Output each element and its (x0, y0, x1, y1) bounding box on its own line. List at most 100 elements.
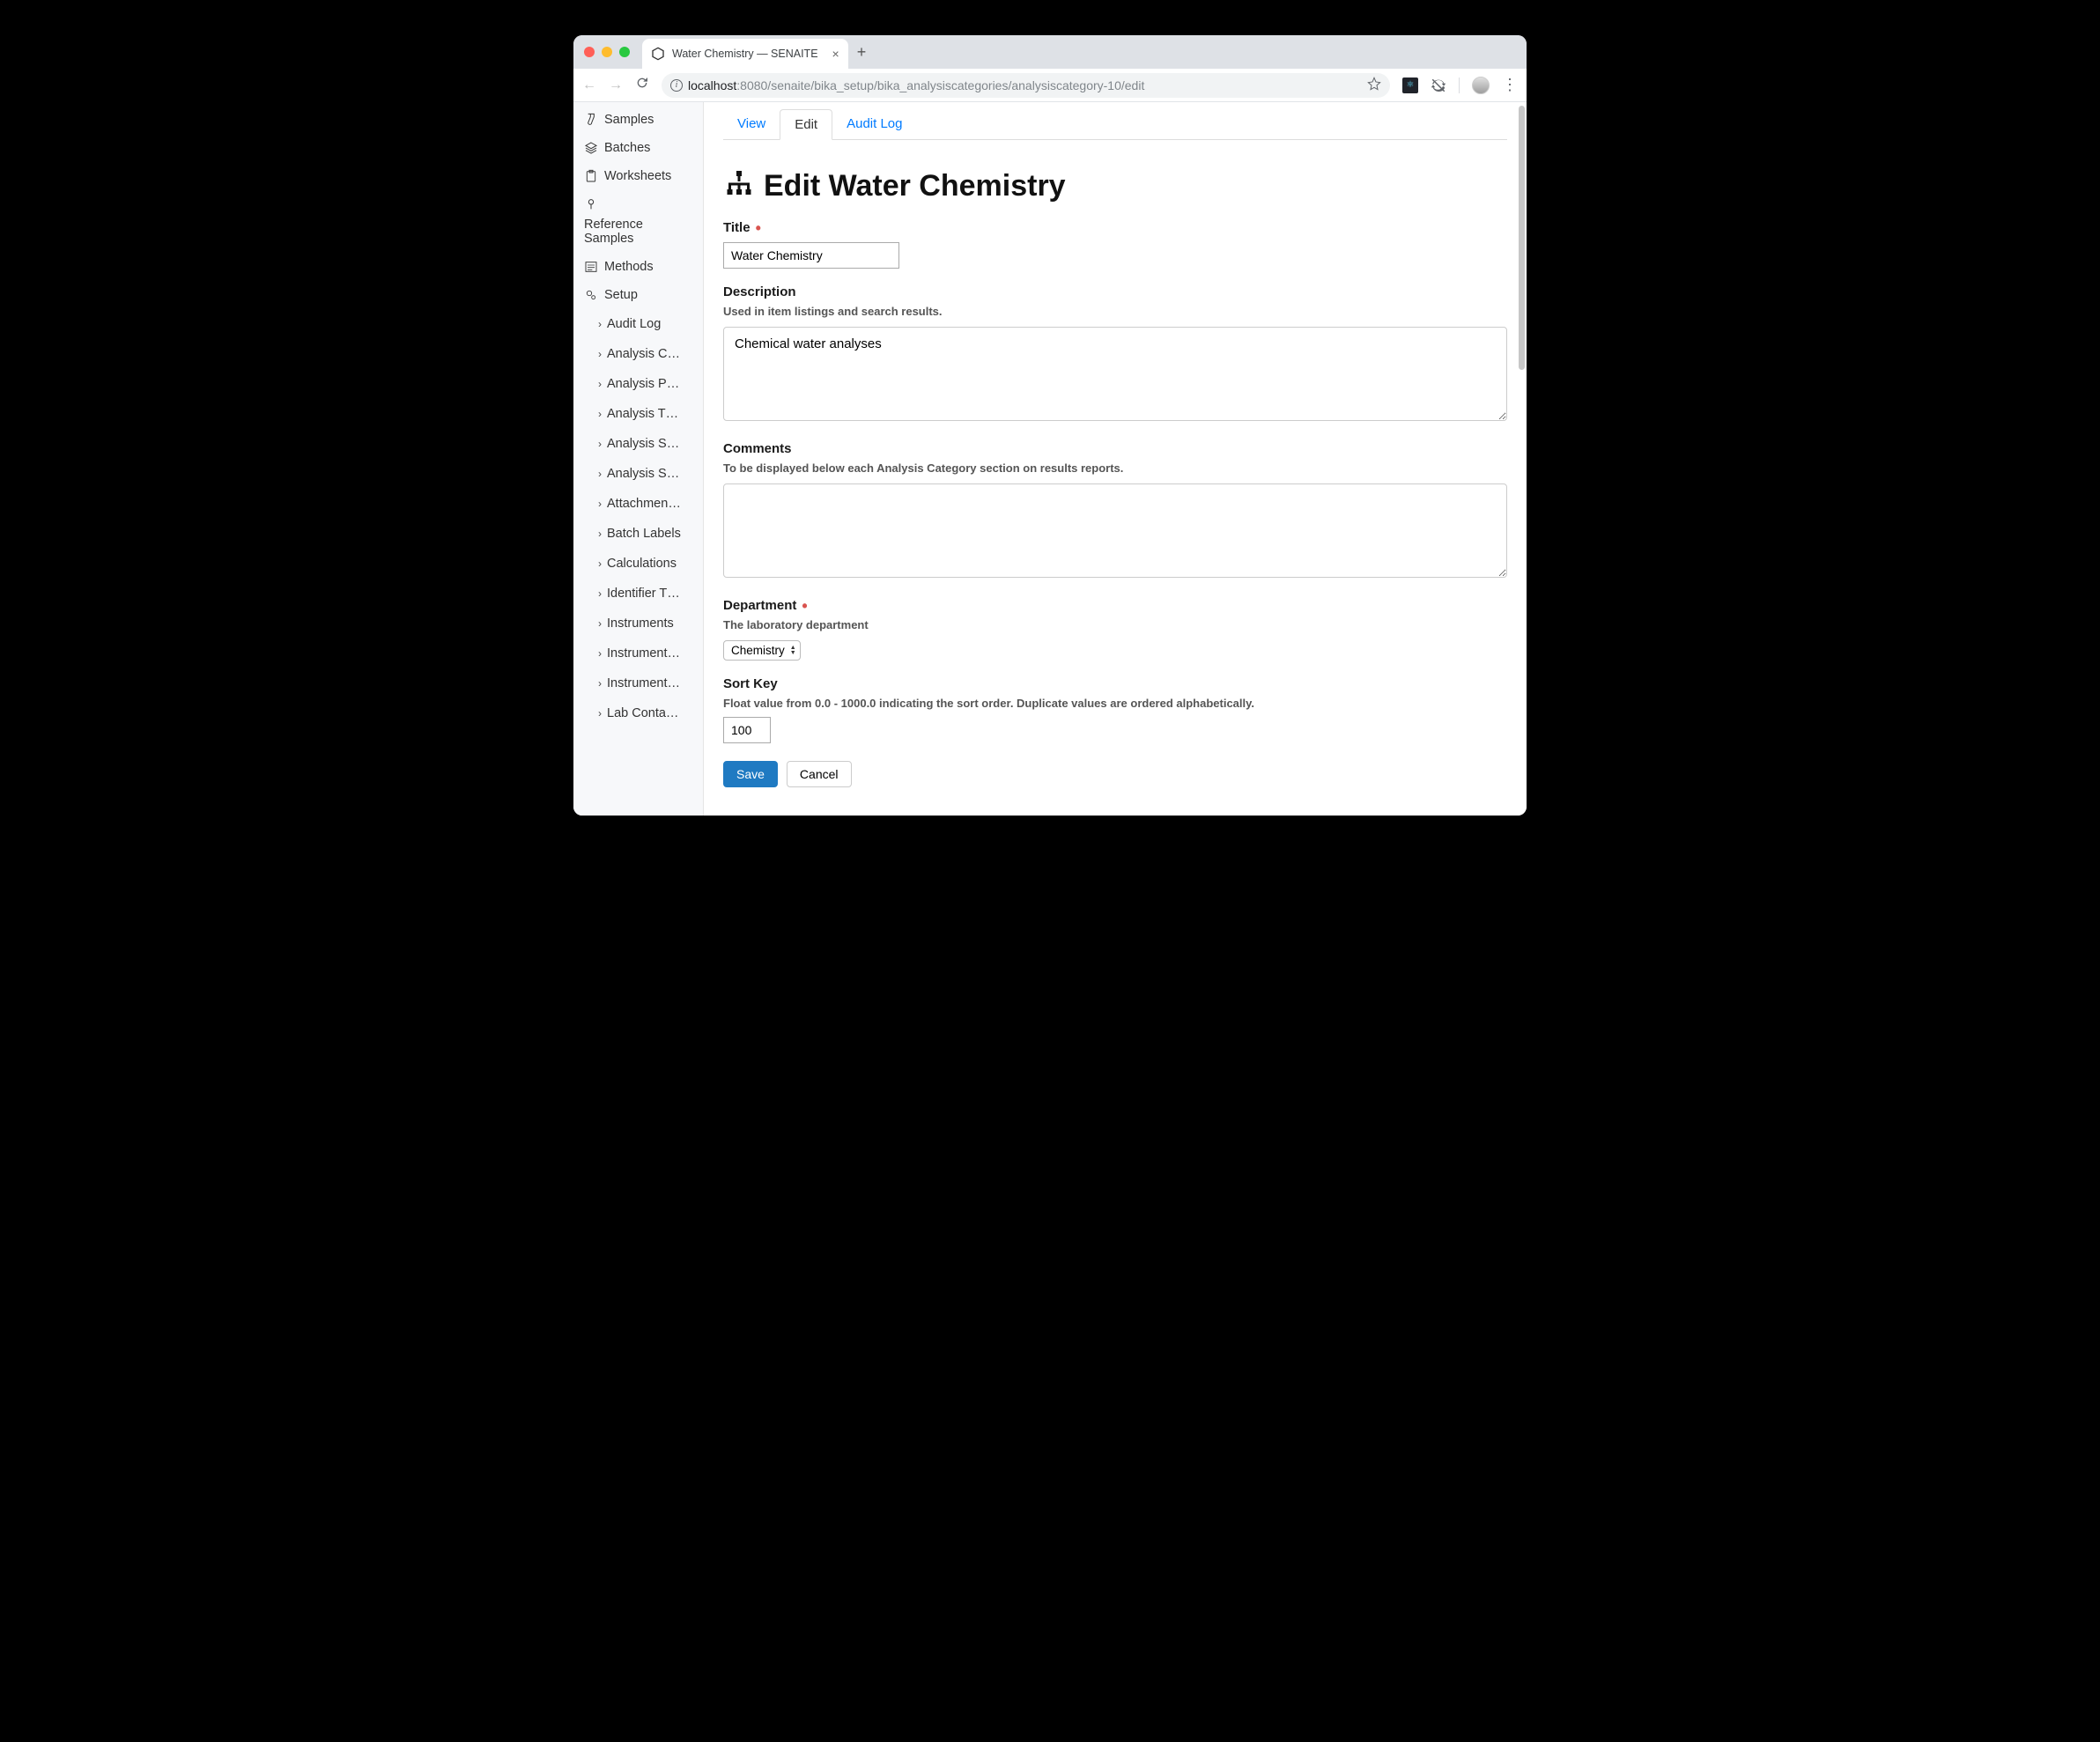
chevron-right-icon: › (598, 438, 602, 450)
field-department: Department • The laboratory department C… (723, 598, 1507, 661)
label-department: Department (723, 598, 796, 613)
sidebar-sub-analysis-s2[interactable]: ›Analysis S… (573, 459, 703, 489)
department-select[interactable]: Chemistry ▲▼ (723, 640, 801, 661)
site-info-icon[interactable]: i (670, 79, 683, 92)
browser-tab-bar: Water Chemistry — SENAITE × + (573, 35, 1527, 69)
chevron-right-icon: › (598, 707, 602, 720)
label-comments: Comments (723, 441, 792, 456)
help-description: Used in item listings and search results… (723, 305, 1507, 318)
required-indicator: • (756, 225, 761, 232)
sidebar-sub-analysis-p[interactable]: ›Analysis P… (573, 369, 703, 399)
chevron-right-icon: › (598, 498, 602, 510)
chevron-right-icon: › (598, 468, 602, 480)
sidebar-sub-analysis-s1[interactable]: ›Analysis S… (573, 429, 703, 459)
bookmark-star-icon[interactable] (1367, 77, 1381, 93)
field-sort-key: Sort Key Float value from 0.0 - 1000.0 i… (723, 676, 1507, 743)
sidebar-sub-instrument-b[interactable]: ›Instrument… (573, 668, 703, 698)
sidebar-label: Worksheets (604, 169, 671, 183)
react-devtools-icon[interactable]: ⚛ (1402, 78, 1418, 93)
samples-icon (584, 113, 598, 127)
sidebar-sub-analysis-c[interactable]: ›Analysis C… (573, 339, 703, 369)
help-comments: To be displayed below each Analysis Cate… (723, 461, 1507, 475)
clipboard-icon (584, 169, 598, 183)
help-sort-key: Float value from 0.0 - 1000.0 indicating… (723, 697, 1507, 710)
tab-edit[interactable]: Edit (780, 109, 832, 140)
save-button[interactable]: Save (723, 761, 778, 787)
sort-key-input[interactable] (723, 717, 771, 743)
sidebar-label: Batches (604, 141, 650, 155)
forward-button: → (609, 78, 623, 93)
field-title: Title • (723, 220, 1507, 269)
page-title-row: Edit Water Chemistry (723, 168, 1507, 204)
tab-title: Water Chemistry — SENAITE (672, 48, 818, 60)
browser-menu-icon[interactable]: ⋮ (1502, 83, 1518, 87)
layers-icon (584, 141, 598, 155)
new-tab-button[interactable]: + (857, 43, 867, 62)
main-content: View Edit Audit Log Edit Water Chemistry… (704, 102, 1527, 816)
sidebar-sub-calculations[interactable]: ›Calculations (573, 549, 703, 579)
required-indicator: • (802, 602, 807, 609)
profile-avatar[interactable] (1472, 77, 1490, 94)
close-window[interactable] (584, 47, 595, 57)
sync-off-icon[interactable] (1431, 78, 1446, 93)
field-comments: Comments To be displayed below each Anal… (723, 441, 1507, 582)
omnibox[interactable]: i localhost:8080/senaite/bika_setup/bika… (662, 73, 1390, 98)
sitemap-icon (723, 168, 755, 204)
scrollbar[interactable] (1519, 106, 1525, 370)
sidebar-sub-lab-contacts[interactable]: ›Lab Conta… (573, 698, 703, 728)
sidebar-sub-audit-log[interactable]: ›Audit Log (573, 309, 703, 339)
label-title: Title (723, 220, 751, 235)
list-icon (584, 260, 598, 274)
sidebar-sub-identifier-t[interactable]: ›Identifier T… (573, 579, 703, 609)
sidebar-sub-instruments[interactable]: ›Instruments (573, 609, 703, 638)
sidebar-item-samples[interactable]: Samples (573, 106, 703, 134)
sidebar-item-setup[interactable]: Setup (573, 281, 703, 309)
label-description: Description (723, 284, 796, 299)
select-arrows-icon: ▲▼ (790, 646, 796, 656)
form-buttons: Save Cancel (723, 761, 1507, 787)
sidebar-sub-batch-labels[interactable]: ›Batch Labels (573, 519, 703, 549)
url-text: localhost:8080/senaite/bika_setup/bika_a… (688, 78, 1144, 92)
minimize-window[interactable] (602, 47, 612, 57)
chevron-right-icon: › (598, 318, 602, 330)
chevron-right-icon: › (598, 408, 602, 420)
sidebar-item-methods[interactable]: Methods (573, 253, 703, 281)
title-input[interactable] (723, 242, 899, 269)
browser-window: Water Chemistry — SENAITE × + ← → i loca… (573, 35, 1527, 816)
sidebar-sub-attachments[interactable]: ›Attachmen… (573, 489, 703, 519)
maximize-window[interactable] (619, 47, 630, 57)
sidebar-sub-instrument-a[interactable]: ›Instrument… (573, 638, 703, 668)
back-button[interactable]: ← (582, 78, 596, 93)
description-textarea[interactable] (723, 327, 1507, 421)
gears-icon (584, 288, 598, 302)
sidebar-item-batches[interactable]: Batches (573, 134, 703, 162)
chevron-right-icon: › (598, 617, 602, 630)
cancel-button[interactable]: Cancel (787, 761, 852, 787)
close-tab-icon[interactable]: × (832, 47, 839, 61)
chevron-right-icon: › (598, 677, 602, 690)
chevron-right-icon: › (598, 557, 602, 570)
address-bar-row: ← → i localhost:8080/senaite/bika_setup/… (573, 69, 1527, 102)
sidebar-item-reference-samples[interactable]: Reference Samples (573, 190, 703, 253)
sidebar-label: Samples (604, 113, 654, 127)
app-body: Samples Batches Worksheets Reference Sam… (573, 102, 1527, 816)
help-department: The laboratory department (723, 618, 1507, 631)
tab-audit-log[interactable]: Audit Log (832, 109, 916, 139)
comments-textarea[interactable] (723, 483, 1507, 578)
field-description: Description Used in item listings and se… (723, 284, 1507, 425)
chevron-right-icon: › (598, 528, 602, 540)
chevron-right-icon: › (598, 348, 602, 360)
window-controls (584, 47, 630, 57)
sidebar-item-worksheets[interactable]: Worksheets (573, 162, 703, 190)
sidebar-label: Setup (604, 288, 638, 302)
sidebar-label: Reference Samples (584, 218, 694, 246)
sidebar-label: Methods (604, 260, 654, 274)
sidebar-sub-analysis-t[interactable]: ›Analysis T… (573, 399, 703, 429)
tab-view[interactable]: View (723, 109, 780, 139)
chevron-right-icon: › (598, 647, 602, 660)
browser-tab-active[interactable]: Water Chemistry — SENAITE × (642, 39, 848, 69)
reload-button[interactable] (635, 76, 649, 94)
hexagon-icon (651, 47, 665, 61)
label-sort-key: Sort Key (723, 676, 778, 691)
pin-icon (584, 197, 598, 211)
